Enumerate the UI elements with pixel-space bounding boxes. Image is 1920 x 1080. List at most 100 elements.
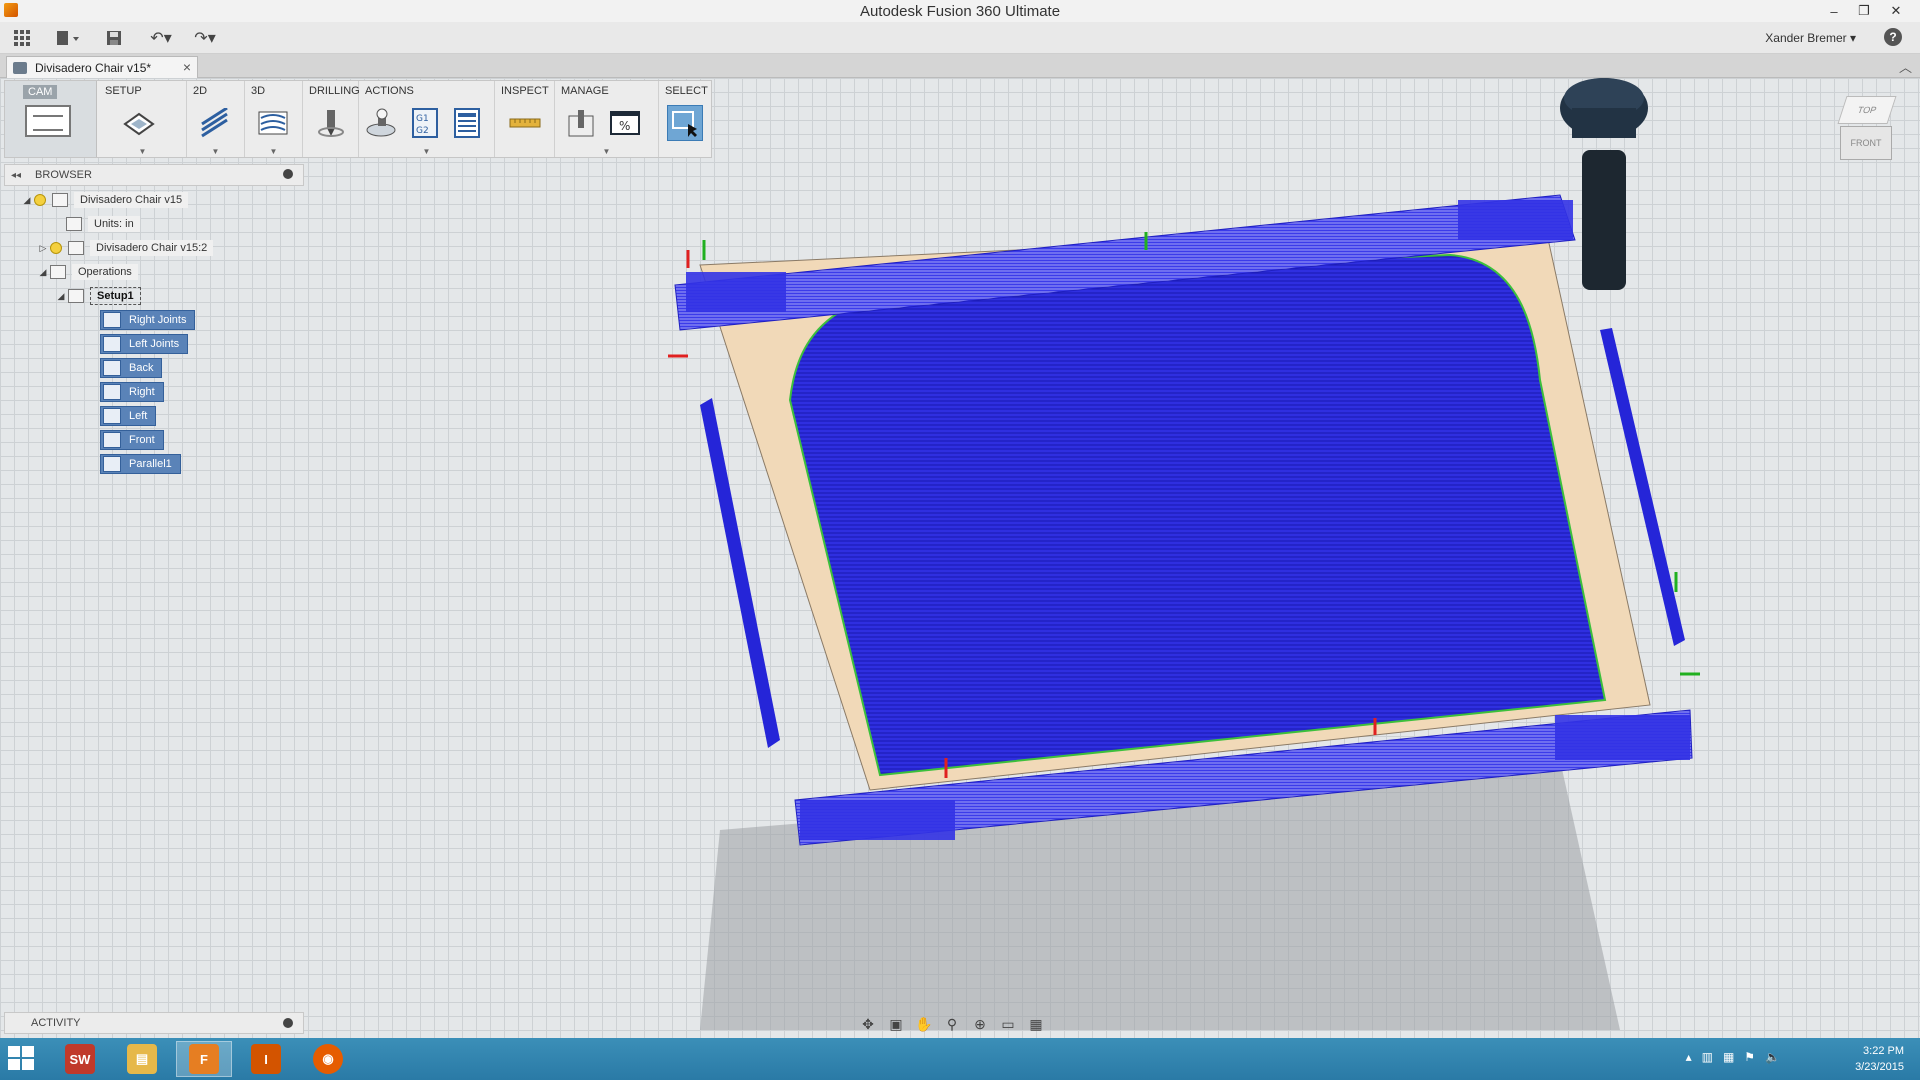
setup-node[interactable]: ◢ Setup1 — [54, 286, 141, 306]
setup-dropdown-icon[interactable]: ▼ — [139, 147, 147, 156]
fusion360-taskbar-icon[interactable]: F — [176, 1041, 232, 1077]
operation-label: Right — [129, 386, 155, 398]
3d-adaptive-button[interactable] — [255, 105, 291, 141]
operations-folder-icon — [50, 265, 66, 279]
3d-group: 3D ▼ — [245, 81, 303, 157]
expand-caret-icon[interactable]: ◢ — [36, 267, 50, 278]
contour-operation-icon — [103, 384, 121, 400]
fit-icon[interactable]: ⊕ — [968, 1013, 992, 1035]
inventor-taskbar-icon[interactable]: I — [238, 1041, 294, 1077]
select-group: SELECT — [659, 81, 711, 157]
contour-operation-icon — [103, 408, 121, 424]
workspace-label: CAM — [23, 85, 58, 99]
viewcube-top-face[interactable]: TOP — [1837, 96, 1897, 124]
drill-button[interactable] — [313, 105, 349, 141]
operation-item[interactable]: Parallel1 — [100, 454, 181, 474]
restore-button[interactable]: ❐ — [1850, 0, 1878, 22]
visibility-bulb-icon[interactable] — [34, 194, 46, 206]
collapse-toolbar-icon[interactable]: ︿ — [1899, 57, 1912, 76]
operation-item[interactable]: Back — [100, 358, 163, 378]
expand-caret-icon[interactable]: ◢ — [20, 195, 34, 206]
file-menu-icon[interactable] — [52, 27, 84, 49]
tray-expand-icon[interactable]: ▴ — [1686, 1050, 1692, 1064]
operation-item[interactable]: Right — [100, 382, 164, 402]
help-icon[interactable]: ? — [1884, 28, 1902, 46]
3d-dropdown-icon[interactable]: ▼ — [270, 147, 278, 156]
component-icon — [68, 241, 84, 255]
operation-item[interactable]: Left Joints — [100, 334, 189, 354]
display-settings-icon[interactable]: ▭ — [996, 1013, 1020, 1035]
parallel-toolpath — [788, 253, 1607, 777]
simulate-button[interactable] — [363, 105, 399, 141]
minimize-button[interactable]: – — [1820, 0, 1848, 22]
2d-dropdown-icon[interactable]: ▼ — [212, 147, 220, 156]
tree-root-node[interactable]: ◢ Divisadero Chair v15 — [20, 190, 189, 210]
tool-library-button[interactable] — [563, 105, 599, 141]
tray-volume-icon[interactable]: 🔈 — [1765, 1050, 1780, 1064]
operations-node[interactable]: ◢ Operations — [36, 262, 138, 282]
tray-network-icon[interactable]: ▥ — [1702, 1050, 1713, 1064]
template-library-button[interactable]: % — [607, 105, 643, 141]
select-button[interactable] — [667, 105, 703, 141]
browser-pin-icon[interactable] — [283, 169, 293, 179]
workspace-switcher[interactable]: CAM — [5, 81, 97, 157]
cam-workspace-icon — [25, 105, 71, 137]
units-node[interactable]: Units: in — [66, 214, 140, 234]
operation-label: Back — [129, 362, 154, 374]
tray-display-icon[interactable]: ▦ — [1723, 1050, 1734, 1064]
manage-group-label: MANAGE — [561, 85, 609, 97]
look-at-icon[interactable]: ▣ — [884, 1013, 908, 1035]
tree-root-label: Divisadero Chair v15 — [74, 192, 189, 208]
activity-pin-icon[interactable] — [283, 1018, 293, 1028]
operation-item[interactable]: Right Joints — [100, 310, 196, 330]
undo-icon[interactable]: ↶▾ — [144, 27, 178, 49]
select-group-label: SELECT — [665, 85, 708, 97]
inspect-group-label: INSPECT — [501, 85, 549, 97]
system-clock[interactable]: 3:22 PM 3/23/2015 — [1824, 1043, 1904, 1075]
new-setup-button[interactable] — [121, 105, 157, 141]
viewcube-front-face[interactable]: FRONT — [1840, 126, 1892, 160]
component-node[interactable]: ▷ Divisadero Chair v15:2 — [36, 238, 214, 258]
browser-panel-header[interactable]: ◂◂ BROWSER — [4, 164, 304, 186]
canvas-viewport[interactable] — [0, 78, 1920, 1038]
windows-taskbar: SW ▤ F I ◉ ▴ ▥ ▦ ⚑ 🔈 3:22 PM 3/23/2015 — [0, 1038, 1920, 1080]
document-tab[interactable]: Divisadero Chair v15* × — [6, 56, 198, 78]
windows-start-icon[interactable] — [8, 1046, 36, 1072]
save-icon[interactable] — [102, 27, 126, 49]
operation-label: Left — [129, 410, 148, 422]
file-explorer-taskbar-icon[interactable]: ▤ — [114, 1041, 170, 1077]
actions-dropdown-icon[interactable]: ▼ — [423, 147, 431, 156]
data-panel-grid-icon[interactable] — [10, 27, 34, 49]
actions-group-label: ACTIONS — [365, 85, 414, 97]
manage-dropdown-icon[interactable]: ▼ — [603, 147, 611, 156]
operation-item[interactable]: Left — [100, 406, 157, 426]
grid-settings-icon[interactable]: ▦ — [1024, 1013, 1048, 1035]
collapse-caret-icon[interactable]: ▷ — [36, 243, 50, 254]
solidworks-taskbar-icon[interactable]: SW — [52, 1041, 108, 1077]
expand-caret-icon[interactable]: ◢ — [54, 291, 68, 302]
tray-flag-icon[interactable]: ⚑ — [1744, 1050, 1755, 1064]
post-process-button[interactable]: G1 G2 — [407, 105, 443, 141]
pan-hand-icon[interactable]: ✋ — [912, 1013, 936, 1035]
redo-icon[interactable]: ↷▾ — [188, 27, 222, 49]
2d-adaptive-button[interactable] — [197, 105, 233, 141]
operation-item[interactable]: Front — [100, 430, 164, 450]
clock-time: 3:22 PM — [1863, 1045, 1904, 1057]
visibility-bulb-icon[interactable] — [50, 242, 62, 254]
viewcube[interactable]: TOP FRONT — [1836, 96, 1897, 166]
activity-panel-header[interactable]: ACTIVITY — [4, 1012, 304, 1034]
setup-sheet-button[interactable] — [449, 105, 485, 141]
orbit-icon[interactable]: ✥ — [856, 1013, 880, 1035]
close-tab-icon[interactable]: × — [183, 59, 191, 75]
actions-group: ACTIONS G1 G2 ▼ — [359, 81, 495, 157]
user-account-menu[interactable]: Xander Bremer ▾ — [1765, 31, 1856, 45]
zoom-icon[interactable]: ⚲ — [940, 1013, 964, 1035]
firefox-taskbar-icon[interactable]: ◉ — [300, 1041, 356, 1077]
close-window-button[interactable]: ✕ — [1882, 0, 1910, 22]
svg-text:%: % — [619, 119, 630, 133]
measure-button[interactable] — [507, 105, 543, 141]
activity-title: ACTIVITY — [31, 1017, 81, 1029]
operation-label: Left Joints — [129, 338, 180, 350]
navigation-bar: ✥ ▣ ✋ ⚲ ⊕ ▭ ▦ — [856, 1010, 1066, 1038]
browser-collapse-icon[interactable]: ◂◂ — [11, 170, 21, 181]
